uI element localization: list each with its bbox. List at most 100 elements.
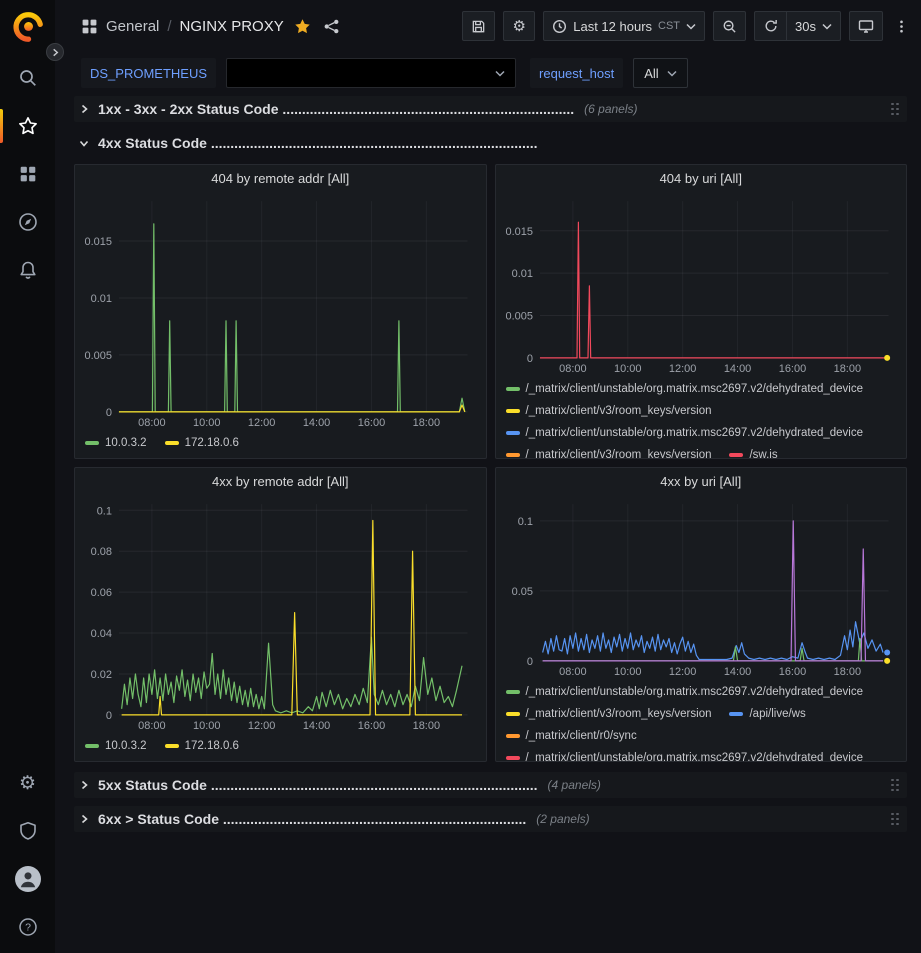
request-host-select-value: All bbox=[644, 66, 658, 81]
breadcrumb-section[interactable]: General bbox=[106, 18, 159, 35]
legend-row: /_matrix/client/v3/room_keys/version/api… bbox=[506, 703, 899, 725]
svg-text:0.1: 0.1 bbox=[97, 505, 112, 517]
breadcrumb-title[interactable]: NGINX PROXY bbox=[180, 18, 284, 35]
legend-item[interactable]: /_matrix/client/v3/room_keys/version bbox=[506, 708, 712, 720]
share-button[interactable] bbox=[321, 16, 342, 37]
svg-text:0.1: 0.1 bbox=[517, 516, 532, 528]
legend-label: /_matrix/client/v3/room_keys/version bbox=[526, 449, 712, 458]
row-header-5xx[interactable]: 5xx Status Code ........................… bbox=[74, 772, 907, 798]
svg-text:16:00: 16:00 bbox=[358, 417, 385, 429]
refresh-interval-select[interactable]: 30s bbox=[786, 11, 841, 41]
legend-item[interactable]: 10.0.3.2 bbox=[85, 740, 147, 752]
chart-canvas[interactable]: 08:0010:0012:0014:0016:0018:0000.0050.01… bbox=[500, 191, 903, 376]
refresh-button-group: 30s bbox=[754, 11, 841, 41]
legend-item[interactable]: 172.18.0.6 bbox=[165, 740, 239, 752]
legend-item[interactable]: /_matrix/client/v3/room_keys/version bbox=[506, 405, 712, 417]
row-header-4xx[interactable]: 4xx Status Code ........................… bbox=[74, 128, 907, 158]
tv-mode-button[interactable] bbox=[849, 11, 883, 41]
svg-text:16:00: 16:00 bbox=[778, 666, 805, 678]
sidebar-item-server-admin[interactable] bbox=[0, 807, 55, 855]
variable-ds-prometheus: DS_PROMETHEUS bbox=[81, 58, 516, 88]
svg-text:0: 0 bbox=[106, 407, 112, 419]
refresh-button[interactable] bbox=[754, 11, 786, 41]
legend-label: /_matrix/client/unstable/org.matrix.msc2… bbox=[526, 752, 864, 761]
svg-text:0: 0 bbox=[526, 656, 532, 668]
panel-title[interactable]: 4xx by remote addr [All] bbox=[75, 468, 486, 494]
svg-text:18:00: 18:00 bbox=[413, 720, 440, 732]
legend: 10.0.3.2 172.18.0.6 bbox=[75, 733, 486, 761]
legend-item[interactable]: /sw.js bbox=[729, 449, 777, 458]
sidebar-item-profile[interactable] bbox=[0, 855, 55, 903]
svg-text:0.02: 0.02 bbox=[91, 669, 112, 681]
chart-canvas[interactable]: 08:0010:0012:0014:0016:0018:0000.020.040… bbox=[79, 494, 482, 733]
legend-item[interactable]: /_matrix/client/v3/room_keys/version bbox=[506, 449, 712, 458]
row-panel-count: (4 panels) bbox=[548, 778, 601, 792]
row-title: 6xx > Status Code ......................… bbox=[98, 811, 526, 827]
drag-handle-icon[interactable] bbox=[891, 813, 899, 826]
clock-icon bbox=[552, 19, 567, 34]
sidebar-item-alerting[interactable] bbox=[0, 246, 55, 294]
panel-title[interactable]: 404 by uri [All] bbox=[496, 165, 907, 191]
legend-swatch bbox=[729, 453, 743, 457]
gear-icon: ⚙ bbox=[19, 774, 36, 793]
request-host-select[interactable]: All bbox=[633, 58, 687, 88]
svg-text:12:00: 12:00 bbox=[668, 666, 695, 678]
sidebar-item-help[interactable]: ? bbox=[0, 903, 55, 951]
sidebar-expand-button[interactable] bbox=[46, 43, 64, 61]
dashboard-settings-button[interactable]: ⚙ bbox=[503, 11, 535, 41]
chart-canvas[interactable]: 08:0010:0012:0014:0016:0018:0000.0050.01… bbox=[79, 191, 482, 430]
legend-row: /_matrix/client/r0/sync bbox=[506, 725, 899, 747]
kebab-menu-button[interactable] bbox=[891, 11, 911, 41]
zoom-out-button[interactable] bbox=[713, 11, 746, 41]
svg-text:0.06: 0.06 bbox=[91, 587, 112, 599]
chart-area[interactable]: 08:0010:0012:0014:0016:0018:0000.050.1 bbox=[496, 494, 907, 679]
chart-area[interactable]: 08:0010:0012:0014:0016:0018:0000.020.040… bbox=[75, 494, 486, 733]
legend-item[interactable]: 10.0.3.2 bbox=[85, 437, 147, 449]
sidebar-item-starred[interactable] bbox=[0, 102, 55, 150]
svg-text:0.005: 0.005 bbox=[85, 350, 112, 362]
favorite-star-icon bbox=[294, 18, 311, 35]
row-header-6xx[interactable]: 6xx > Status Code ......................… bbox=[74, 806, 907, 832]
drag-handle-icon[interactable] bbox=[891, 103, 899, 116]
legend-item[interactable]: 172.18.0.6 bbox=[165, 437, 239, 449]
legend-item[interactable]: /_matrix/client/unstable/org.matrix.msc2… bbox=[506, 383, 864, 395]
save-icon bbox=[471, 19, 486, 34]
sidebar-item-configuration[interactable]: ⚙ bbox=[0, 759, 55, 807]
row-panel-count: (6 panels) bbox=[584, 102, 637, 116]
row-panel-count: (2 panels) bbox=[536, 812, 589, 826]
chart-canvas[interactable]: 08:0010:0012:0014:0016:0018:0000.050.1 bbox=[500, 494, 903, 679]
row-title: 5xx Status Code ........................… bbox=[98, 777, 538, 793]
legend-item[interactable]: /_matrix/client/unstable/org.matrix.msc2… bbox=[506, 427, 864, 439]
datasource-select[interactable] bbox=[226, 58, 516, 88]
help-icon: ? bbox=[18, 917, 38, 937]
legend-item[interactable]: /_matrix/client/r0/sync bbox=[506, 730, 637, 742]
sidebar-item-explore[interactable] bbox=[0, 198, 55, 246]
chevron-right-icon bbox=[78, 103, 90, 115]
save-dashboard-button[interactable] bbox=[462, 11, 495, 41]
svg-text:18:00: 18:00 bbox=[833, 363, 860, 375]
svg-text:12:00: 12:00 bbox=[248, 720, 275, 732]
time-range-picker[interactable]: Last 12 hours CST bbox=[543, 11, 705, 41]
legend-item[interactable]: /_matrix/client/unstable/org.matrix.msc2… bbox=[506, 686, 864, 698]
legend-row: 10.0.3.2 172.18.0.6 bbox=[85, 735, 478, 757]
drag-handle-icon[interactable] bbox=[891, 779, 899, 792]
variable-label-ds-prometheus[interactable]: DS_PROMETHEUS bbox=[81, 58, 216, 88]
grafana-logo[interactable] bbox=[11, 10, 45, 44]
svg-text:08:00: 08:00 bbox=[559, 363, 586, 375]
legend-item[interactable]: /_matrix/client/unstable/org.matrix.msc2… bbox=[506, 752, 864, 761]
top-bar: General / NGINX PROXY ⚙ Last 12 hours CS… bbox=[55, 0, 921, 52]
legend-label: /_matrix/client/v3/room_keys/version bbox=[526, 405, 712, 417]
sidebar-item-dashboards[interactable] bbox=[0, 150, 55, 198]
panel-title[interactable]: 4xx by uri [All] bbox=[496, 468, 907, 494]
row-header-1xx-3xx-2xx[interactable]: 1xx - 3xx - 2xx Status Code ............… bbox=[74, 96, 907, 122]
variable-label-request-host[interactable]: request_host bbox=[530, 58, 623, 88]
chart-area[interactable]: 08:0010:0012:0014:0016:0018:0000.0050.01… bbox=[496, 191, 907, 376]
legend-swatch bbox=[506, 387, 520, 391]
legend-item[interactable]: /api/live/ws bbox=[729, 708, 805, 720]
panel-title[interactable]: 404 by remote addr [All] bbox=[75, 165, 486, 191]
legend-row: /_matrix/client/v3/room_keys/version bbox=[506, 400, 899, 422]
sidebar-item-search[interactable] bbox=[0, 54, 55, 102]
favorite-star-button[interactable] bbox=[292, 16, 313, 37]
legend-swatch bbox=[506, 431, 520, 435]
chart-area[interactable]: 08:0010:0012:0014:0016:0018:0000.0050.01… bbox=[75, 191, 486, 430]
